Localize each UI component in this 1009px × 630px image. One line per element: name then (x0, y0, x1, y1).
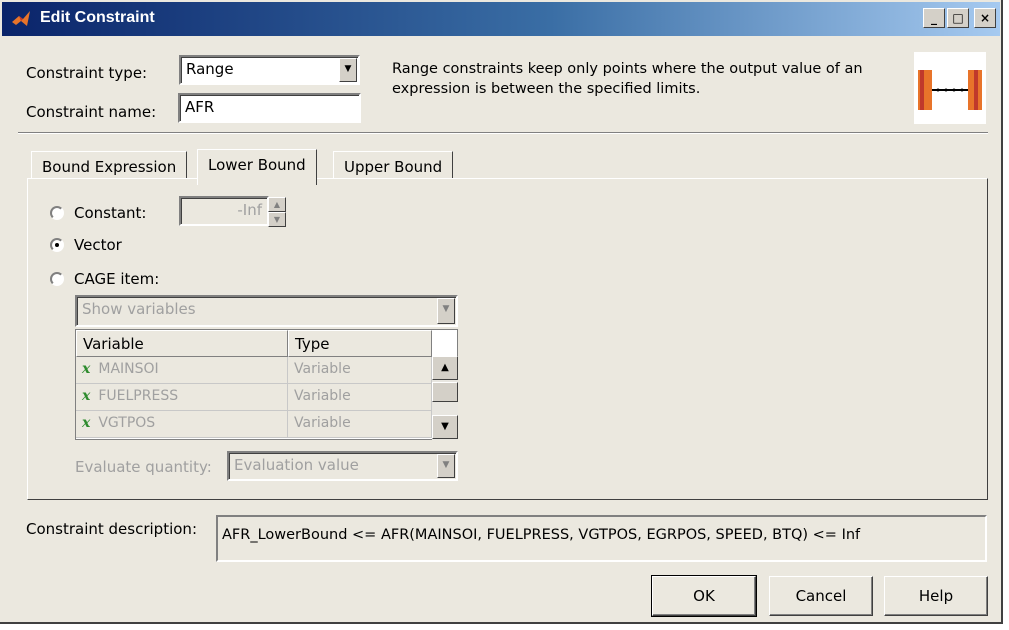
constraint-description-label: Constraint description: (26, 520, 197, 538)
matlab-logo-icon (12, 11, 30, 26)
constant-label: Constant: (74, 204, 147, 222)
evaluate-quantity-value: Evaluation value (234, 456, 359, 474)
close-icon: × (979, 11, 991, 25)
variable-x-icon: x (82, 388, 91, 404)
cage-item-radio[interactable] (50, 272, 64, 286)
chevron-down-icon[interactable]: ▼ (339, 58, 357, 82)
variable-name: MAINSOI (98, 361, 159, 377)
ok-button[interactable]: OK (651, 575, 757, 617)
type-cell: Variable (288, 411, 432, 438)
constant-value: -Inf (237, 201, 262, 219)
variable-name: FUELPRESS (98, 388, 179, 404)
evaluate-quantity-label: Evaluate quantity: (75, 458, 212, 476)
close-button[interactable]: × (974, 8, 996, 28)
constraint-type-dropdown[interactable]: Range ▼ (179, 55, 360, 85)
variable-x-icon: x (82, 415, 91, 431)
tab-label: Bound Expression (42, 158, 177, 176)
column-header-type[interactable]: Type (288, 330, 432, 357)
tab-label: Lower Bound (208, 156, 306, 174)
show-variables-dropdown[interactable]: Show variables ▼ (75, 295, 458, 327)
constant-spinner[interactable]: ▲ ▼ (268, 197, 286, 227)
variable-x-icon: x (82, 361, 91, 377)
range-constraint-icon (914, 52, 986, 124)
constraint-name-value: AFR (185, 98, 215, 116)
minimize-button[interactable]: _ (923, 8, 945, 28)
constraint-name-input[interactable]: AFR (178, 93, 361, 123)
minimize-icon: _ (931, 11, 937, 25)
maximize-button[interactable]: □ (947, 8, 969, 28)
edit-constraint-dialog: Edit Constraint _ □ × Constraint type: R… (0, 0, 1003, 624)
evaluate-quantity-dropdown[interactable]: Evaluation value ▼ (227, 451, 458, 481)
column-header-variable[interactable]: Variable (76, 330, 288, 357)
variable-cell: x VGTPOS (76, 411, 288, 438)
tab-lower-bound[interactable]: Lower Bound (197, 149, 317, 185)
constant-input[interactable]: -Inf (179, 196, 269, 226)
header-separator (18, 132, 988, 134)
table-scrollbar[interactable]: ▲ ▼ (432, 356, 458, 440)
vector-radio[interactable] (50, 238, 64, 252)
cancel-button[interactable]: Cancel (769, 576, 873, 616)
tab-bound-expression[interactable]: Bound Expression (31, 151, 188, 181)
scroll-down-icon[interactable]: ▼ (432, 415, 458, 439)
tab-upper-bound[interactable]: Upper Bound (333, 151, 454, 181)
constraint-description-box: AFR_LowerBound <= AFR(MAINSOI, FUELPRESS… (216, 515, 987, 562)
chevron-down-icon[interactable]: ▼ (437, 298, 455, 324)
constraint-type-label: Constraint type: (26, 64, 148, 82)
spin-up-icon[interactable]: ▲ (268, 197, 286, 212)
variable-name: VGTPOS (98, 415, 156, 431)
show-variables-value: Show variables (82, 300, 196, 318)
constant-radio[interactable] (50, 206, 64, 220)
help-button[interactable]: Help (884, 576, 988, 616)
variable-cell: x FUELPRESS (76, 384, 288, 411)
cage-items-table: Variable Type x MAINSOI Variable x FUELPRE… (75, 329, 458, 440)
window-title: Edit Constraint (40, 9, 155, 26)
type-cell: Variable (288, 384, 432, 411)
cage-item-label: CAGE item: (74, 270, 160, 288)
scroll-thumb[interactable] (432, 382, 458, 402)
tab-label: Upper Bound (344, 158, 443, 176)
constraint-type-description: Range constraints keep only points where… (392, 61, 863, 97)
constraint-type-value: Range (186, 60, 234, 78)
constraint-name-label: Constraint name: (26, 103, 157, 121)
variable-cell: x MAINSOI (76, 357, 288, 384)
vector-label: Vector (74, 236, 122, 254)
chevron-down-icon[interactable]: ▼ (437, 454, 455, 478)
title-bar[interactable]: Edit Constraint _ □ × (2, 2, 1000, 36)
maximize-icon: □ (952, 11, 964, 25)
scroll-up-icon[interactable]: ▲ (432, 356, 458, 380)
spin-down-icon[interactable]: ▼ (268, 212, 286, 227)
type-cell: Variable (288, 357, 432, 384)
